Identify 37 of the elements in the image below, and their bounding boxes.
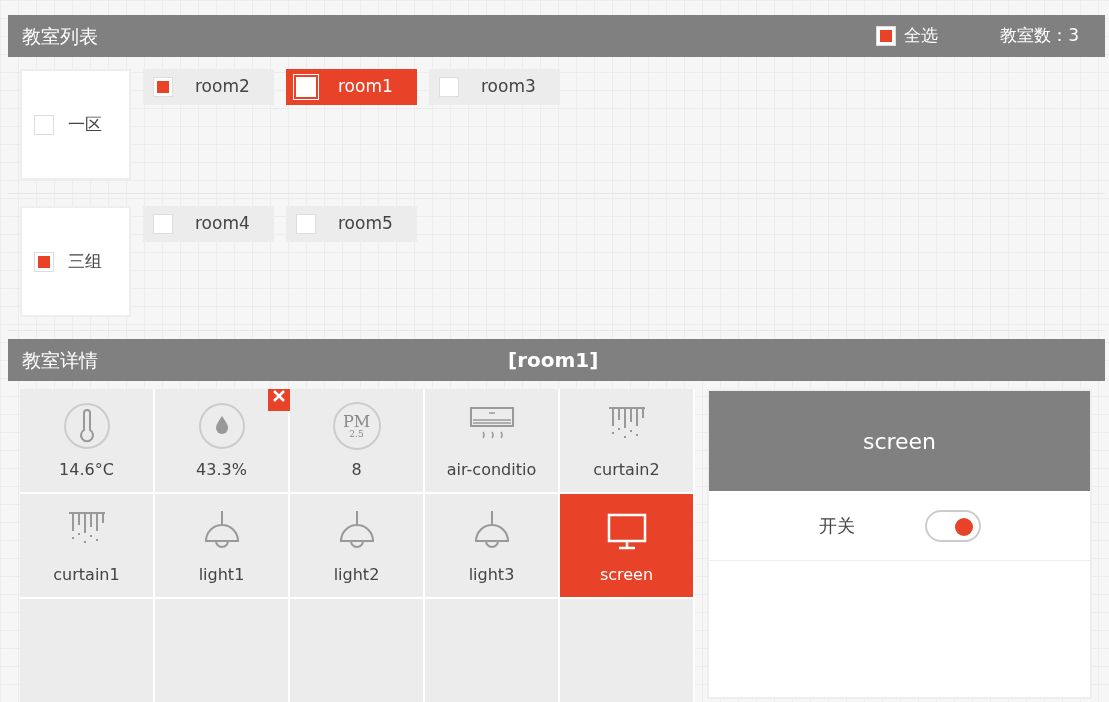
device-tile[interactable]: screen <box>560 494 693 597</box>
pm-label: PM <box>342 413 371 430</box>
checkbox[interactable] <box>153 77 173 97</box>
droplet-icon <box>197 402 246 450</box>
device-tile[interactable]: light2 <box>290 494 423 597</box>
checkbox[interactable] <box>34 251 54 272</box>
checkbox[interactable] <box>34 114 54 135</box>
device-tile[interactable]: air-conditio <box>425 389 558 492</box>
device-tile[interactable]: curtain2 <box>560 389 693 492</box>
device-title: screen <box>709 391 1090 491</box>
select-all-label: 全选 <box>904 24 939 48</box>
checkbox[interactable] <box>439 77 459 97</box>
group-name: 一区 <box>68 112 102 136</box>
checkbox[interactable] <box>876 26 897 46</box>
checkbox[interactable] <box>153 214 173 234</box>
section-title: 教室列表 <box>22 23 98 49</box>
device-tile[interactable]: PM 2.5 8 <box>290 389 423 492</box>
pm-sublabel: 2.5 <box>349 429 364 439</box>
section-title: 教室详情 <box>22 347 98 373</box>
thermometer-icon <box>62 402 111 450</box>
group-name: 三组 <box>68 249 102 273</box>
room-chip[interactable]: room2 <box>143 69 274 105</box>
switch-label: 开关 <box>818 514 855 538</box>
room-title: [room1] <box>508 347 599 374</box>
toggle-switch[interactable] <box>924 509 981 542</box>
device-tile[interactable]: 14.6°C <box>20 389 153 492</box>
close-icon[interactable] <box>268 389 290 411</box>
device-tile[interactable]: 43.3% <box>155 389 288 492</box>
device-tile[interactable]: curtain1 <box>20 494 153 597</box>
room-chip[interactable]: room1 <box>286 69 417 105</box>
checkbox[interactable] <box>296 214 316 234</box>
device-tile[interactable]: light3 <box>425 494 558 597</box>
room-count: 教室数：3 <box>1000 24 1079 48</box>
room-chip[interactable]: room3 <box>429 69 560 105</box>
device-tile[interactable]: light1 <box>155 494 288 597</box>
room-chip[interactable]: room5 <box>286 206 417 242</box>
room-chip[interactable]: room4 <box>143 206 274 242</box>
